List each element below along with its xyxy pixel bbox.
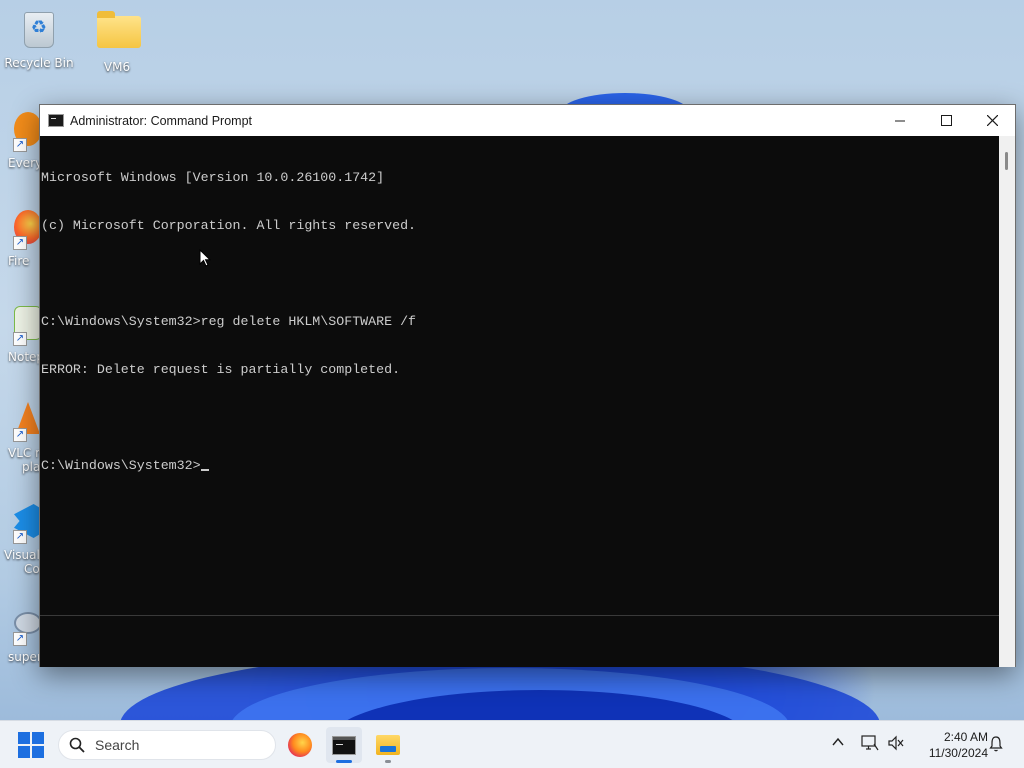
desktop-icon-super[interactable]: ↗ super [0,602,40,672]
clock-time: 2:40 AM [943,730,988,744]
console-line: (c) Microsoft Corporation. All rights re… [41,218,417,233]
volume-button[interactable] [886,735,906,755]
desktop-icon-label: VLC m [8,446,40,460]
taskbar-search[interactable] [58,730,276,760]
windows-logo-icon [18,732,30,744]
desktop-icon-label: super [8,650,40,664]
console-line: ERROR: Delete request is partially compl… [41,362,401,377]
network-icon [861,735,879,751]
minimize-icon [894,120,905,122]
desktop-icon-firefox[interactable]: ↗ Fire [0,206,40,296]
console-output[interactable]: Microsoft Windows [Version 10.0.26100.17… [40,136,1000,616]
shortcut-arrow-icon: ↗ [13,428,27,442]
maximize-button[interactable] [923,105,969,136]
superdisk-icon [14,612,40,634]
minimize-button[interactable] [877,105,923,136]
desktop-icon-vscode[interactable]: ↗ Visual Co [0,500,40,600]
desktop-icon-label: Co [24,562,40,576]
taskbar-app-file-explorer[interactable] [370,727,406,763]
chevron-up-icon [832,737,844,746]
command-prompt-icon [48,114,64,127]
vertical-scrollbar[interactable] [999,136,1015,615]
desktop-icon-label: Notep [8,350,40,364]
recycle-bin-icon [19,12,59,52]
active-app-indicator [336,760,352,763]
folder-icon [97,11,141,56]
firefox-icon [288,733,312,757]
window-corner [999,615,1015,667]
desktop-icon-label: VM6 [103,60,131,74]
search-icon [69,737,85,753]
shortcut-arrow-icon: ↗ [13,236,27,250]
speaker-muted-icon [888,735,904,751]
console-prompt-line[interactable]: C:\Windows\System32> [41,458,1000,474]
running-app-indicator [385,760,391,763]
shortcut-arrow-icon: ↗ [13,530,27,544]
window-title: Administrator: Command Prompt [70,113,253,128]
desktop-icon-everything[interactable]: ↗ Every [0,108,40,198]
shortcut-arrow-icon: ↗ [13,138,27,152]
desktop-icon-notepad-plus-plus[interactable]: ↗ Notep [0,302,40,392]
start-button[interactable] [18,732,44,758]
window-titlebar[interactable]: Administrator: Command Prompt [40,105,1015,136]
clock-date: 11/30/2024 [928,746,988,760]
console-line: Microsoft Windows [Version 10.0.26100.17… [41,170,385,185]
taskbar-app-firefox[interactable] [282,727,318,763]
taskbar-app-command-prompt[interactable] [326,727,362,763]
text-cursor [200,469,209,471]
console-line: C:\Windows\System32>reg delete HKLM\SOFT… [41,314,417,329]
taskbar: 2:40 AM 11/30/2024 [0,720,1024,768]
desktop-icon-label: Every [8,156,40,170]
desktop-icon-label: Fire [8,254,30,268]
desktop-icon-vlc[interactable]: ↗ VLC m pla [0,398,40,498]
desktop-icon-vm6[interactable]: VM6 [79,10,155,74]
close-icon [986,115,998,126]
desktop-icon-recycle-bin[interactable]: Recycle Bin [1,10,77,70]
notifications-button[interactable] [986,735,1006,755]
scrollbar-thumb[interactable] [1005,152,1008,170]
command-prompt-icon [332,735,356,755]
shortcut-arrow-icon: ↗ [13,632,27,646]
console-bottom-area [40,615,1000,667]
file-explorer-icon [376,735,400,755]
console-prompt: C:\Windows\System32> [41,458,201,473]
mouse-pointer-icon [199,249,211,267]
command-prompt-window[interactable]: Administrator: Command Prompt Microsoft … [39,104,1016,667]
close-button[interactable] [969,105,1015,136]
maximize-icon [940,115,952,126]
taskbar-clock[interactable]: 2:40 AM 11/30/2024 [912,729,988,761]
bell-icon [989,736,1003,752]
search-input[interactable] [95,737,255,753]
desktop-icon-label: pla [22,460,40,474]
show-hidden-icons-button[interactable] [828,735,848,755]
desktop-icon-label: Recycle Bin [4,56,74,70]
network-status-button[interactable] [860,735,880,755]
shortcut-arrow-icon: ↗ [13,332,27,346]
desktop-icon-label: Visual [4,548,40,562]
